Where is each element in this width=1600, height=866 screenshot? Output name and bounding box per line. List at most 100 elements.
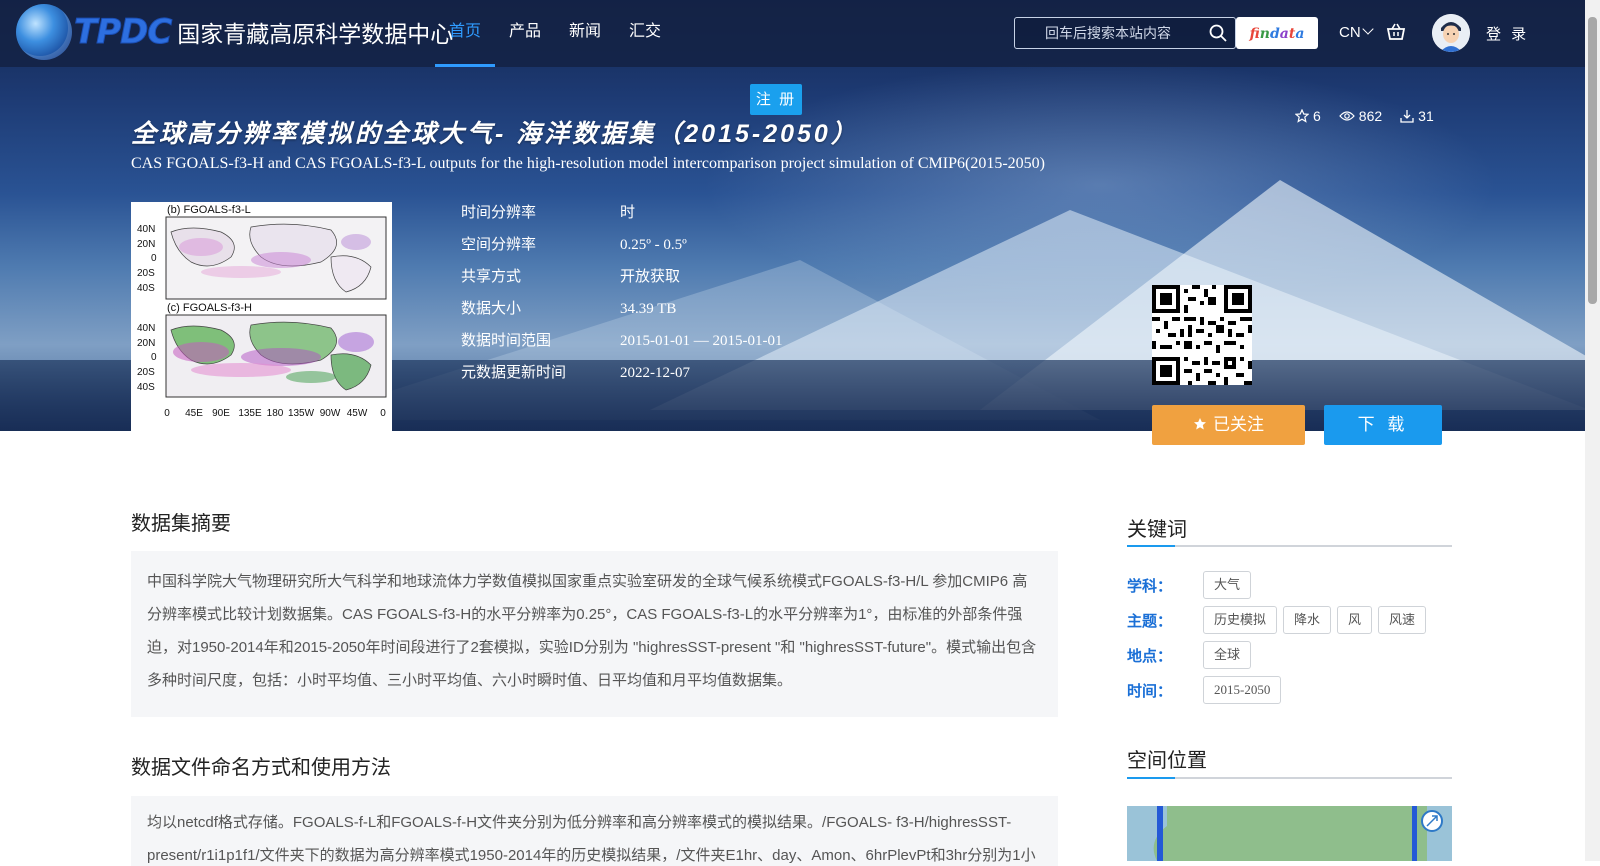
meta-label: 数据时间范围 [461, 332, 552, 349]
downloads-count: 31 [1418, 108, 1434, 124]
keyword-label: 学科： [1127, 577, 1173, 595]
views-count: 862 [1358, 108, 1383, 124]
language-selector[interactable]: CN [1339, 23, 1374, 41]
meta-row: 元数据更新时间 2022-12-07 [461, 357, 782, 389]
dataset-title: 全球高分辨率模拟的全球大气- 海洋数据集（2015-2050） [131, 120, 859, 148]
lat-tick-b-0: 0 [151, 253, 157, 264]
lon-tick-180: 180 [267, 408, 284, 419]
scrollbar-thumb[interactable] [1588, 17, 1597, 304]
keyword-row-theme: 主题： 历史模拟 降水 风 风速 [1127, 606, 1432, 634]
views-stat: 862 [1338, 108, 1383, 124]
keyword-row-place: 地点： 全球 [1127, 641, 1257, 669]
lat-tick-c-20s: 20S [137, 367, 155, 378]
logo-cn-text: 国家青藏高原科学数据中心 [177, 21, 454, 47]
nav-submit[interactable]: 汇交 [615, 0, 675, 67]
login-link[interactable]: 登 录 [1486, 23, 1529, 44]
dataset-stats: 6 862 31 [1295, 108, 1434, 124]
meta-label: 时间分辨率 [461, 204, 537, 221]
search-input[interactable] [1027, 18, 1197, 48]
lat-tick-c-40n: 40N [137, 323, 155, 334]
panel-c-label: (c) FGOALS-f3-H [167, 302, 252, 314]
eye-icon [1338, 111, 1355, 121]
meta-value: 2022-12-07 [620, 365, 690, 381]
keyword-tag[interactable]: 全球 [1203, 641, 1252, 669]
lon-tick-45w: 45W [347, 408, 368, 419]
nav-news[interactable]: 新闻 [555, 0, 615, 67]
meta-label: 数据大小 [461, 300, 522, 317]
nav-home[interactable]: 首页 [435, 0, 496, 67]
follow-button[interactable]: 已关注 [1152, 405, 1305, 445]
keyword-row-subject: 学科： 大气 [1127, 571, 1257, 599]
star-filled-icon [1194, 418, 1206, 430]
site-logo[interactable]: TPDC 国家青藏高原科学数据中心 [16, 4, 453, 60]
lon-tick-0: 0 [164, 408, 170, 419]
usage-text: 均以netcdf格式存储。FGOALS-f-L和FGOALS-f-H文件夹分别为… [131, 796, 1058, 866]
keyword-tag[interactable]: 历史模拟 [1203, 606, 1278, 634]
keyword-tag[interactable]: 大气 [1203, 571, 1252, 599]
globe-logo-icon [16, 4, 72, 60]
findata-logo-icon: findata [1249, 26, 1305, 42]
cart-icon[interactable] [1386, 22, 1406, 47]
register-button[interactable]: 注 册 [750, 84, 802, 115]
qr-code [1152, 285, 1252, 385]
lon-tick-135e: 135E [238, 408, 262, 419]
location-map[interactable] [1127, 806, 1452, 861]
download-icon [1400, 110, 1414, 123]
keywords-divider [1127, 545, 1452, 547]
dataset-meta: 时间分辨率 时 空间分辨率 0.25º - 0.5º 共享方式 开放获取 数据大小 34… [461, 197, 782, 389]
follow-button-label: 已关注 [1213, 415, 1264, 434]
meta-row: 共享方式 开放获取 [461, 261, 782, 293]
chevron-down-icon [1362, 23, 1374, 35]
keyword-tag[interactable]: 风速 [1378, 606, 1427, 634]
meta-value: 34.39 TB [620, 301, 677, 317]
stars-count: 6 [1313, 108, 1321, 124]
search-icon[interactable] [1209, 24, 1227, 47]
meta-value: 0.25º - 0.5º [620, 237, 687, 253]
lat-tick-b-40s: 40S [137, 283, 155, 294]
location-divider [1127, 777, 1452, 779]
dataset-thumbnail[interactable]: (b) FGOALS-f3-L 40N 20N 0 20S 40S (c) FG… [131, 202, 392, 431]
main-nav: 首页 产品 新闻 汇交 [435, 0, 675, 67]
star-icon [1295, 109, 1309, 123]
lat-tick-c-20n: 20N [137, 338, 155, 349]
findata-button[interactable]: findata [1236, 17, 1318, 49]
svg-text:findata: findata [1249, 26, 1305, 42]
meta-value: 2015-01-01 — 2015-01-01 [620, 333, 783, 349]
meta-label: 元数据更新时间 [461, 364, 567, 381]
page-scrollbar[interactable] [1585, 0, 1600, 861]
top-navbar: TPDC 国家青藏高原科学数据中心 首页 产品 新闻 汇交 findata CN [0, 0, 1585, 67]
lon-tick-90e: 90E [212, 408, 230, 419]
meta-row: 时间分辨率 时 [461, 197, 782, 229]
logo-tpdc-text: TPDC [73, 12, 172, 53]
nav-products[interactable]: 产品 [495, 0, 555, 67]
keyword-tag[interactable]: 风 [1337, 606, 1373, 634]
meta-label: 共享方式 [461, 268, 522, 285]
meta-label: 空间分辨率 [461, 236, 537, 253]
keyword-label: 时间： [1127, 682, 1173, 700]
meta-row: 数据大小 34.39 TB [461, 293, 782, 325]
language-label: CN [1339, 24, 1361, 41]
keyword-label: 地点： [1127, 647, 1173, 665]
lat-tick-c-0: 0 [151, 352, 157, 363]
location-title: 空间位置 [1127, 750, 1207, 772]
abstract-title: 数据集摘要 [131, 513, 231, 535]
lon-tick-135w: 135W [288, 408, 315, 419]
keyword-tag[interactable]: 2015-2050 [1203, 676, 1282, 704]
meta-value: 开放获取 [620, 269, 681, 285]
stars-stat: 6 [1295, 108, 1321, 124]
lon-tick-0-end: 0 [380, 408, 386, 419]
dataset-subtitle: CAS FGOALS-f3-H and CAS FGOALS-f3-L outp… [131, 155, 1045, 172]
meta-row: 空间分辨率 0.25º - 0.5º [461, 229, 782, 261]
keyword-row-time: 时间： 2015-2050 [1127, 676, 1287, 704]
abstract-text: 中国科学院大气物理研究所大气科学和地球流体力学数值模拟国家重点实验室研发的全球气… [131, 551, 1058, 717]
download-button[interactable]: 下 载 [1324, 405, 1442, 445]
keyword-tag[interactable]: 降水 [1283, 606, 1332, 634]
keywords-title: 关键词 [1127, 519, 1187, 541]
user-avatar[interactable] [1432, 14, 1470, 52]
search-box [1014, 17, 1236, 49]
meta-row: 数据时间范围 2015-01-01 — 2015-01-01 [461, 325, 782, 357]
lon-tick-45e: 45E [185, 408, 203, 419]
lat-tick-b-20s: 20S [137, 268, 155, 279]
lat-tick-b-40n: 40N [137, 224, 155, 235]
meta-value: 时 [620, 205, 636, 221]
